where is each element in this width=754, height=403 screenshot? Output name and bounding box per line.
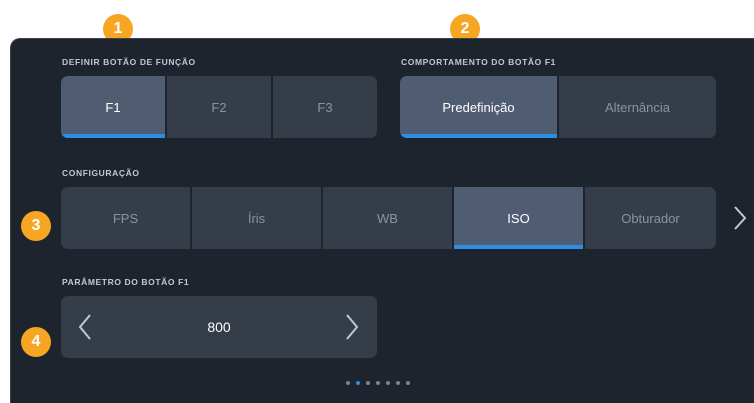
chevron-right-icon[interactable] — [345, 313, 359, 346]
page-dot[interactable] — [406, 381, 410, 385]
function-button-f1[interactable]: F1 — [61, 76, 165, 138]
function-button-selector: F1 F2 F3 — [61, 76, 377, 138]
config-iso-button[interactable]: ISO — [454, 187, 583, 249]
button-behavior-selector: Predefinição Alternância — [400, 76, 716, 138]
behavior-toggle-button[interactable]: Alternância — [559, 76, 716, 138]
callout-badge-4: 4 — [21, 327, 51, 357]
parameter-stepper: 800 — [61, 296, 377, 358]
chevron-left-icon[interactable] — [78, 313, 92, 346]
config-shutter-button[interactable]: Obturador — [585, 187, 716, 249]
config-iris-button[interactable]: Íris — [192, 187, 321, 249]
page-indicator — [346, 381, 410, 385]
function-button-f2[interactable]: F2 — [167, 76, 271, 138]
page-dot[interactable] — [396, 381, 400, 385]
config-wb-button[interactable]: WB — [323, 187, 452, 249]
page-dot[interactable] — [376, 381, 380, 385]
parameter-value: 800 — [207, 319, 231, 335]
chevron-right-icon[interactable] — [733, 205, 747, 236]
page-dot[interactable] — [386, 381, 390, 385]
page-dot[interactable] — [356, 381, 360, 385]
page-dot[interactable] — [346, 381, 350, 385]
function-button-label: DEFINIR BOTÃO DE FUNÇÃO — [62, 57, 196, 67]
config-fps-button[interactable]: FPS — [61, 187, 190, 249]
callout-badge-3: 3 — [21, 211, 51, 241]
configuration-selector: FPS Íris WB ISO Obturador — [61, 187, 716, 249]
parameter-label: PARÂMETRO DO BOTÃO F1 — [62, 277, 190, 287]
configuration-label: CONFIGURAÇÃO — [62, 168, 140, 178]
function-button-f3[interactable]: F3 — [273, 76, 377, 138]
behavior-preset-button[interactable]: Predefinição — [400, 76, 557, 138]
button-behavior-label: COMPORTAMENTO DO BOTÃO F1 — [401, 57, 556, 67]
page-dot[interactable] — [366, 381, 370, 385]
